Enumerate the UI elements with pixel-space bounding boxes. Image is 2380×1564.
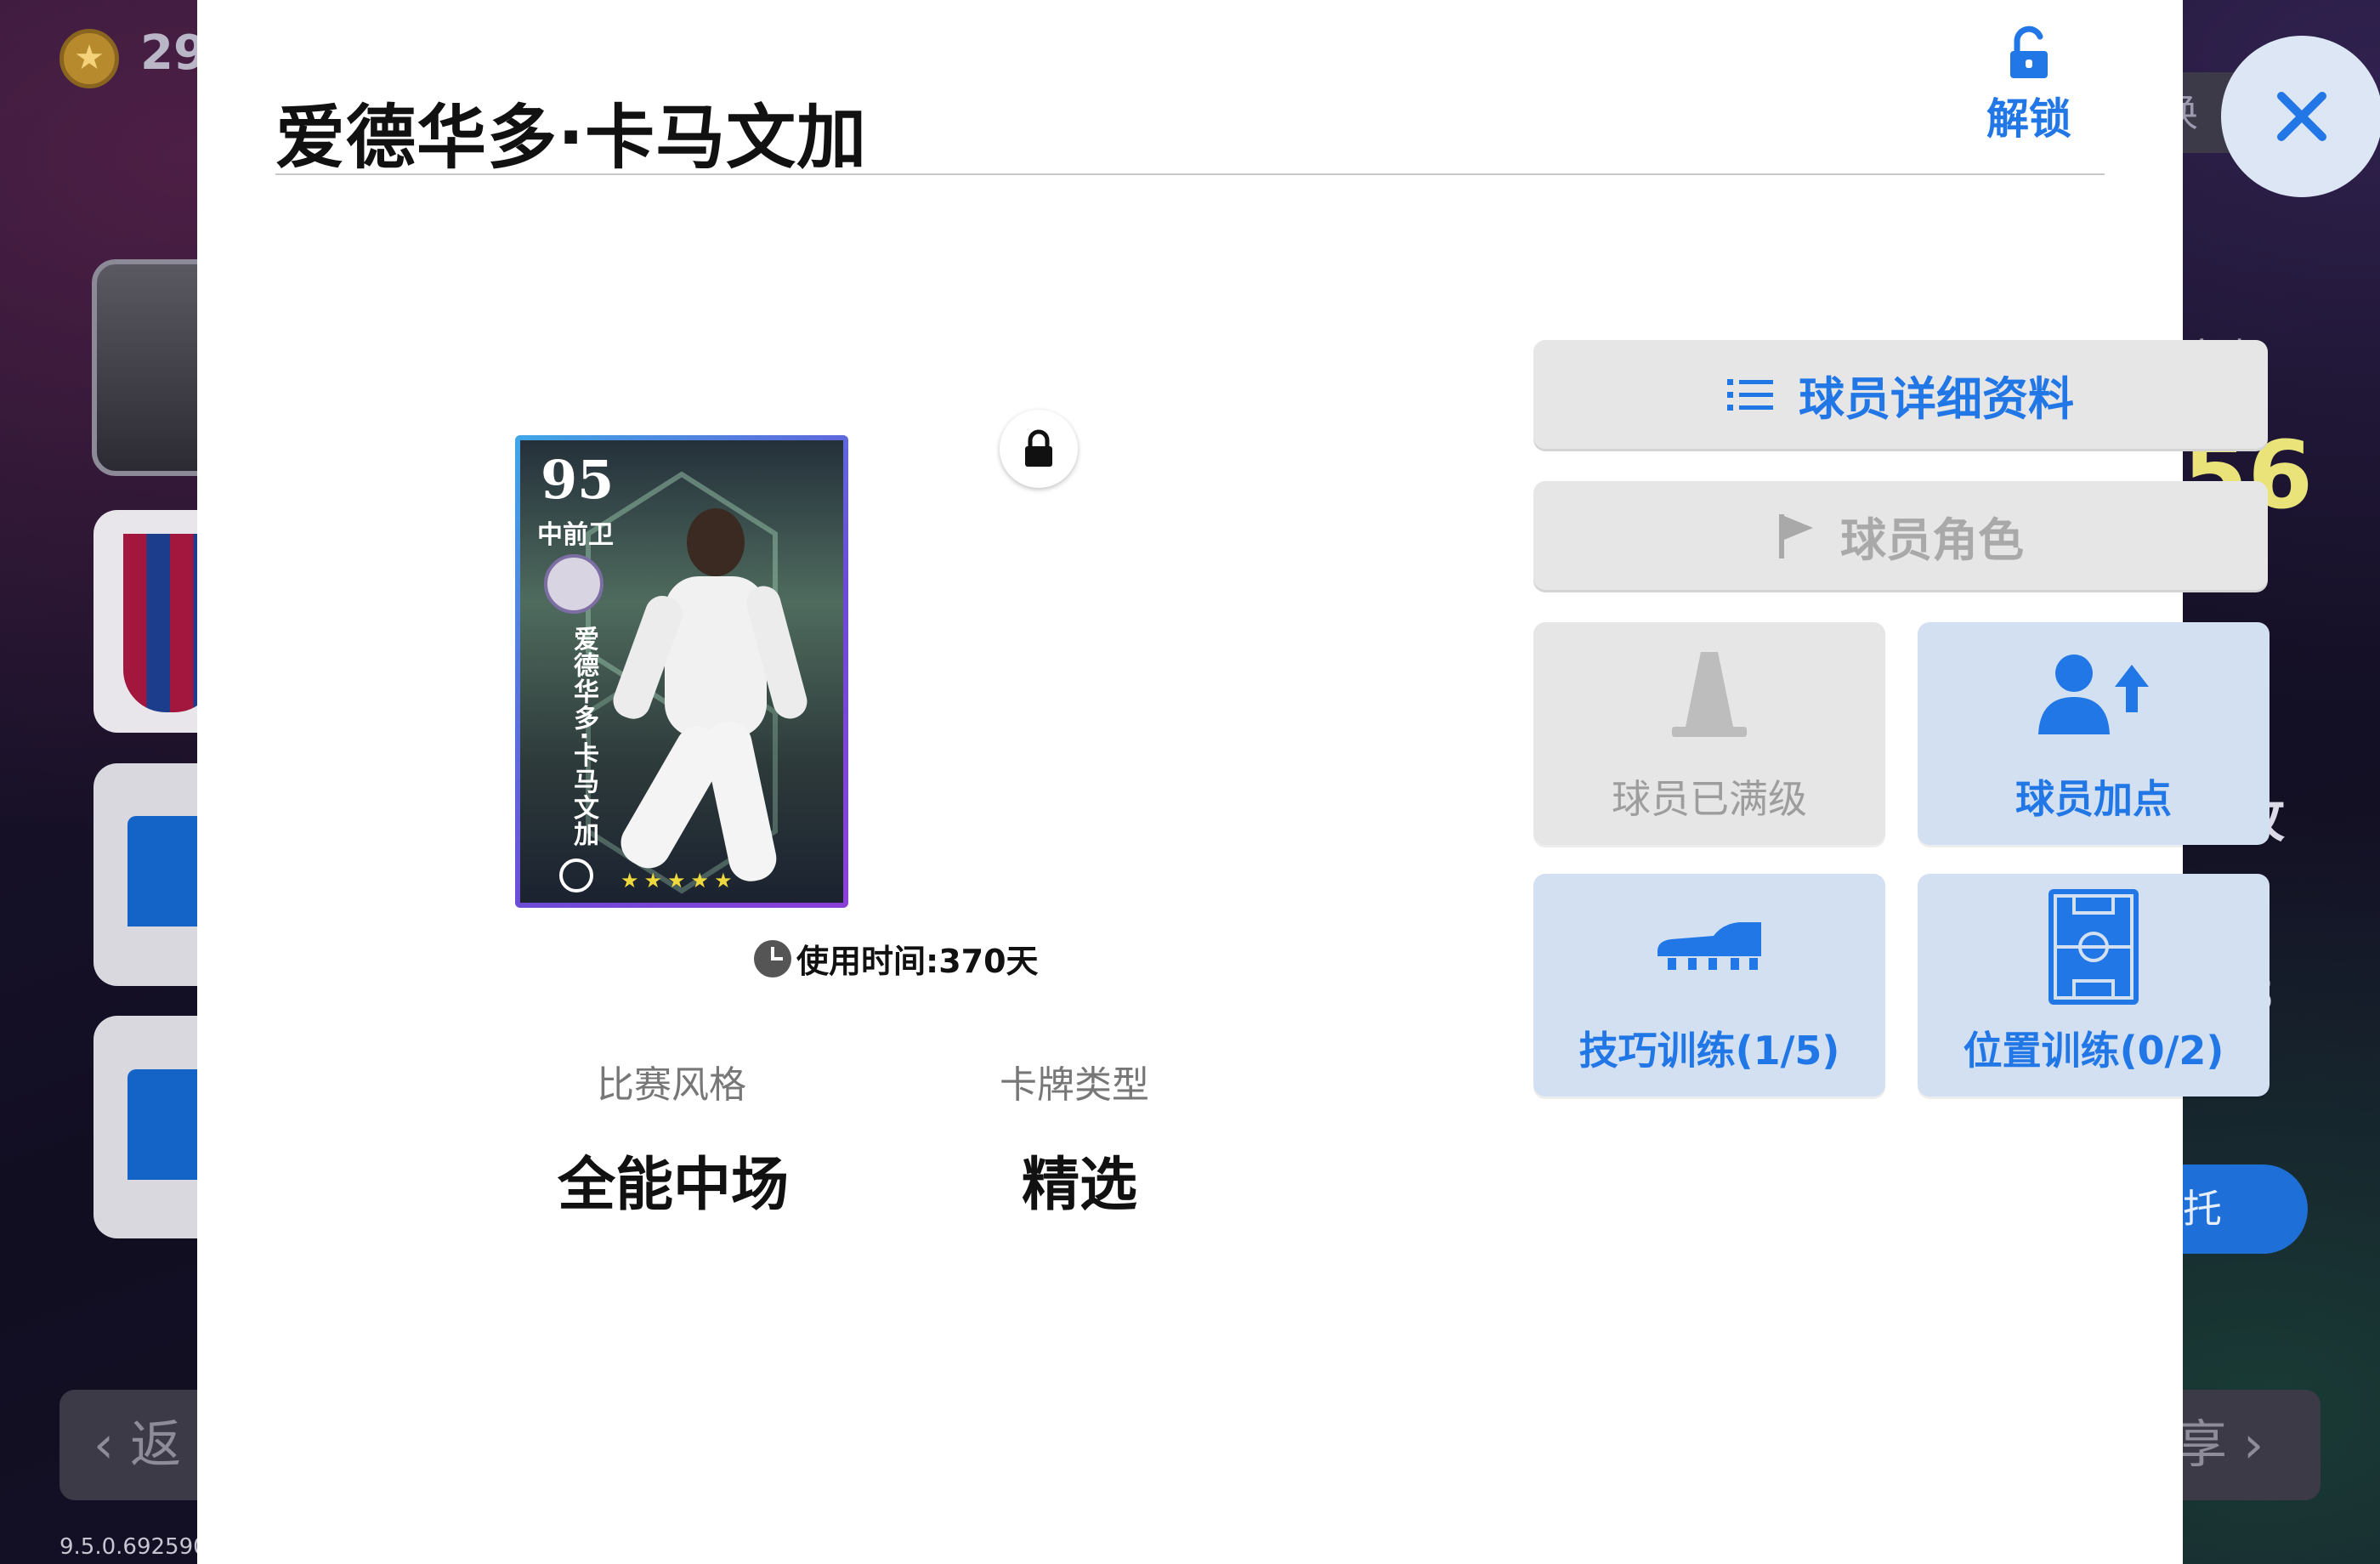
position-training-button[interactable]: 位置训练(0/2)	[1918, 874, 2270, 1096]
unlock-icon	[2010, 26, 2048, 78]
max-level-label: 球员已满级	[1612, 776, 1807, 822]
position-training-label: 位置训练(0/2)	[1963, 1028, 2224, 1074]
page-title: 爱德华多·卡马文加	[275, 98, 868, 178]
training-cone-icon	[1667, 622, 1752, 768]
list-icon	[1727, 377, 1773, 411]
card-player-name: 爱德华多·卡马文加	[569, 626, 598, 847]
version-label: 9.5.0.692590	[60, 1534, 207, 1560]
play-style-value: 全能中场	[558, 1152, 790, 1219]
coin-icon: ★	[60, 29, 119, 88]
brand-logo-icon	[559, 858, 593, 892]
card-rating: 95	[541, 449, 615, 511]
max-level-button[interactable]: 球员已满级	[1533, 622, 1885, 845]
flag-icon	[1777, 513, 1815, 558]
add-points-label: 球员加点	[2015, 776, 2172, 822]
unlock-button[interactable]: 解锁	[1957, 26, 2101, 153]
skill-training-button[interactable]: 技巧训练(1/5)	[1533, 874, 1885, 1096]
club-badge-icon	[544, 554, 604, 614]
close-icon	[2277, 92, 2326, 141]
lock-icon	[1025, 429, 1052, 467]
card-stars: ★★★★★	[620, 869, 738, 892]
card-type-label: 卡牌类型	[1000, 1063, 1149, 1107]
card-position: 中前卫	[537, 520, 614, 550]
add-points-button[interactable]: 球员加点	[1918, 622, 2270, 845]
person-upgrade-icon	[2038, 622, 2149, 768]
clock-icon	[754, 939, 791, 978]
player-card[interactable]: 95 中前卫 爱德华多·卡马文加 ★★★★★	[515, 435, 848, 908]
pitch-icon	[2048, 874, 2139, 1020]
card-type-value: 精选	[1022, 1152, 1138, 1219]
usage-time: 使用时间:370天	[754, 935, 1039, 982]
close-button[interactable]	[2221, 36, 2380, 197]
player-detail-modal: 爱德华多·卡马文加 解锁 95 中前卫 爱德华多·卡马文加 ★★★★★ 使用时间…	[197, 0, 2270, 1564]
next-button: 享 ›	[2159, 1390, 2320, 1500]
football-boot-icon	[1654, 874, 1765, 1020]
usage-time-text: 使用时间:370天	[796, 943, 1039, 980]
player-role-label: 球员角色	[1840, 513, 2024, 567]
player-details-label: 球员详细资料	[1799, 371, 2074, 426]
skill-training-label: 技巧训练(1/5)	[1578, 1028, 1840, 1074]
title-divider	[275, 173, 2105, 175]
player-role-button[interactable]: 球员角色	[1533, 481, 2268, 590]
unlock-label: 解锁	[1986, 94, 2071, 144]
card-lock-button[interactable]	[1000, 410, 1078, 488]
player-details-button[interactable]: 球员详细资料	[1533, 340, 2268, 449]
play-style-label: 比赛风格	[597, 1063, 746, 1107]
